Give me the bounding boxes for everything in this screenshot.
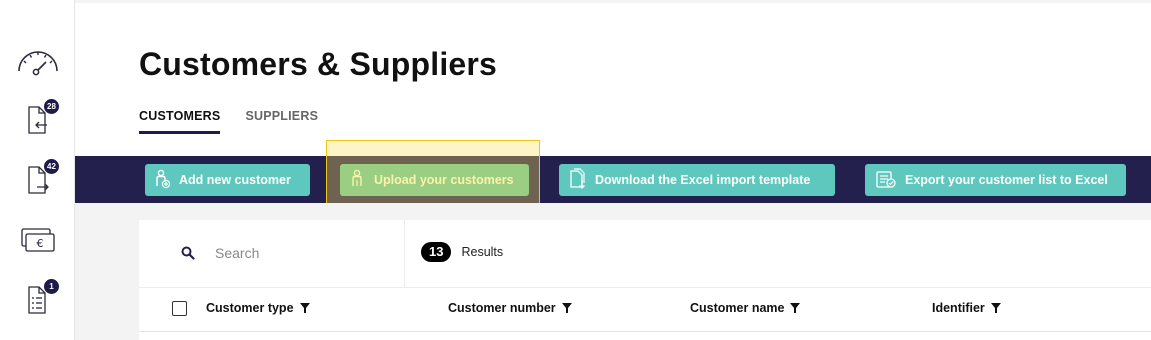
table-header-row: Customer type Customer number Customer n… bbox=[139, 288, 1151, 332]
search-icon[interactable] bbox=[181, 246, 195, 265]
sidebar-badge-incoming: 28 bbox=[44, 99, 59, 114]
euro-card-icon: € bbox=[19, 225, 57, 255]
sidebar-item-incoming-documents[interactable]: 28 bbox=[16, 99, 60, 140]
download-template-button[interactable]: Download the Excel import template bbox=[559, 164, 835, 196]
filter-icon[interactable] bbox=[561, 303, 572, 313]
results-label: Results bbox=[461, 245, 504, 259]
sidebar-badge-tasks: 1 bbox=[44, 279, 59, 294]
download-template-label: Download the Excel import template bbox=[595, 173, 811, 187]
tab-bar: CUSTOMERS SUPPLIERS bbox=[139, 109, 318, 134]
export-excel-label: Export your customer list to Excel bbox=[905, 173, 1108, 187]
upload-customers-button[interactable]: Upload your customers bbox=[340, 164, 529, 196]
search-input[interactable] bbox=[215, 242, 385, 264]
select-all-checkbox[interactable] bbox=[172, 301, 187, 316]
results-summary: 13 Results bbox=[421, 242, 503, 262]
tab-customers[interactable]: CUSTOMERS bbox=[139, 109, 221, 134]
column-label: Customer type bbox=[206, 301, 294, 315]
sidebar-item-dashboard[interactable] bbox=[16, 42, 60, 82]
column-label: Identifier bbox=[932, 301, 985, 315]
sidebar-item-outgoing-documents[interactable]: 42 bbox=[16, 159, 60, 200]
search-bar bbox=[139, 220, 405, 287]
column-header-customer-type[interactable]: Customer type bbox=[206, 301, 310, 315]
download-document-icon bbox=[569, 167, 587, 193]
page: 28 42 € 1 Customers & Suppliers CUSTOMER… bbox=[0, 0, 1151, 340]
filter-icon[interactable] bbox=[790, 303, 801, 313]
add-customer-button[interactable]: Add new customer bbox=[145, 164, 310, 196]
filter-icon[interactable] bbox=[299, 303, 310, 313]
svg-text:€: € bbox=[37, 237, 44, 250]
speedometer-icon bbox=[16, 47, 60, 77]
top-border bbox=[75, 0, 1151, 3]
sidebar-item-payments[interactable]: € bbox=[16, 220, 60, 260]
export-excel-button[interactable]: Export your customer list to Excel bbox=[865, 164, 1126, 196]
tab-suppliers[interactable]: SUPPLIERS bbox=[245, 109, 318, 134]
filter-icon[interactable] bbox=[990, 303, 1001, 313]
results-count: 13 bbox=[421, 242, 452, 262]
sidebar: 28 42 € 1 bbox=[0, 0, 75, 340]
add-person-icon bbox=[155, 169, 171, 192]
column-header-customer-number[interactable]: Customer number bbox=[448, 301, 572, 315]
column-header-identifier[interactable]: Identifier bbox=[932, 301, 1001, 315]
column-header-customer-name[interactable]: Customer name bbox=[690, 301, 801, 315]
page-title: Customers & Suppliers bbox=[139, 46, 498, 82]
upload-person-icon bbox=[350, 169, 366, 192]
export-list-icon bbox=[875, 169, 897, 192]
sidebar-item-tasks[interactable]: 1 bbox=[16, 279, 60, 320]
upload-customers-label: Upload your customers bbox=[374, 173, 514, 187]
sidebar-badge-outgoing: 42 bbox=[44, 159, 59, 174]
column-label: Customer name bbox=[690, 301, 785, 315]
add-customer-label: Add new customer bbox=[179, 173, 291, 187]
column-label: Customer number bbox=[448, 301, 556, 315]
